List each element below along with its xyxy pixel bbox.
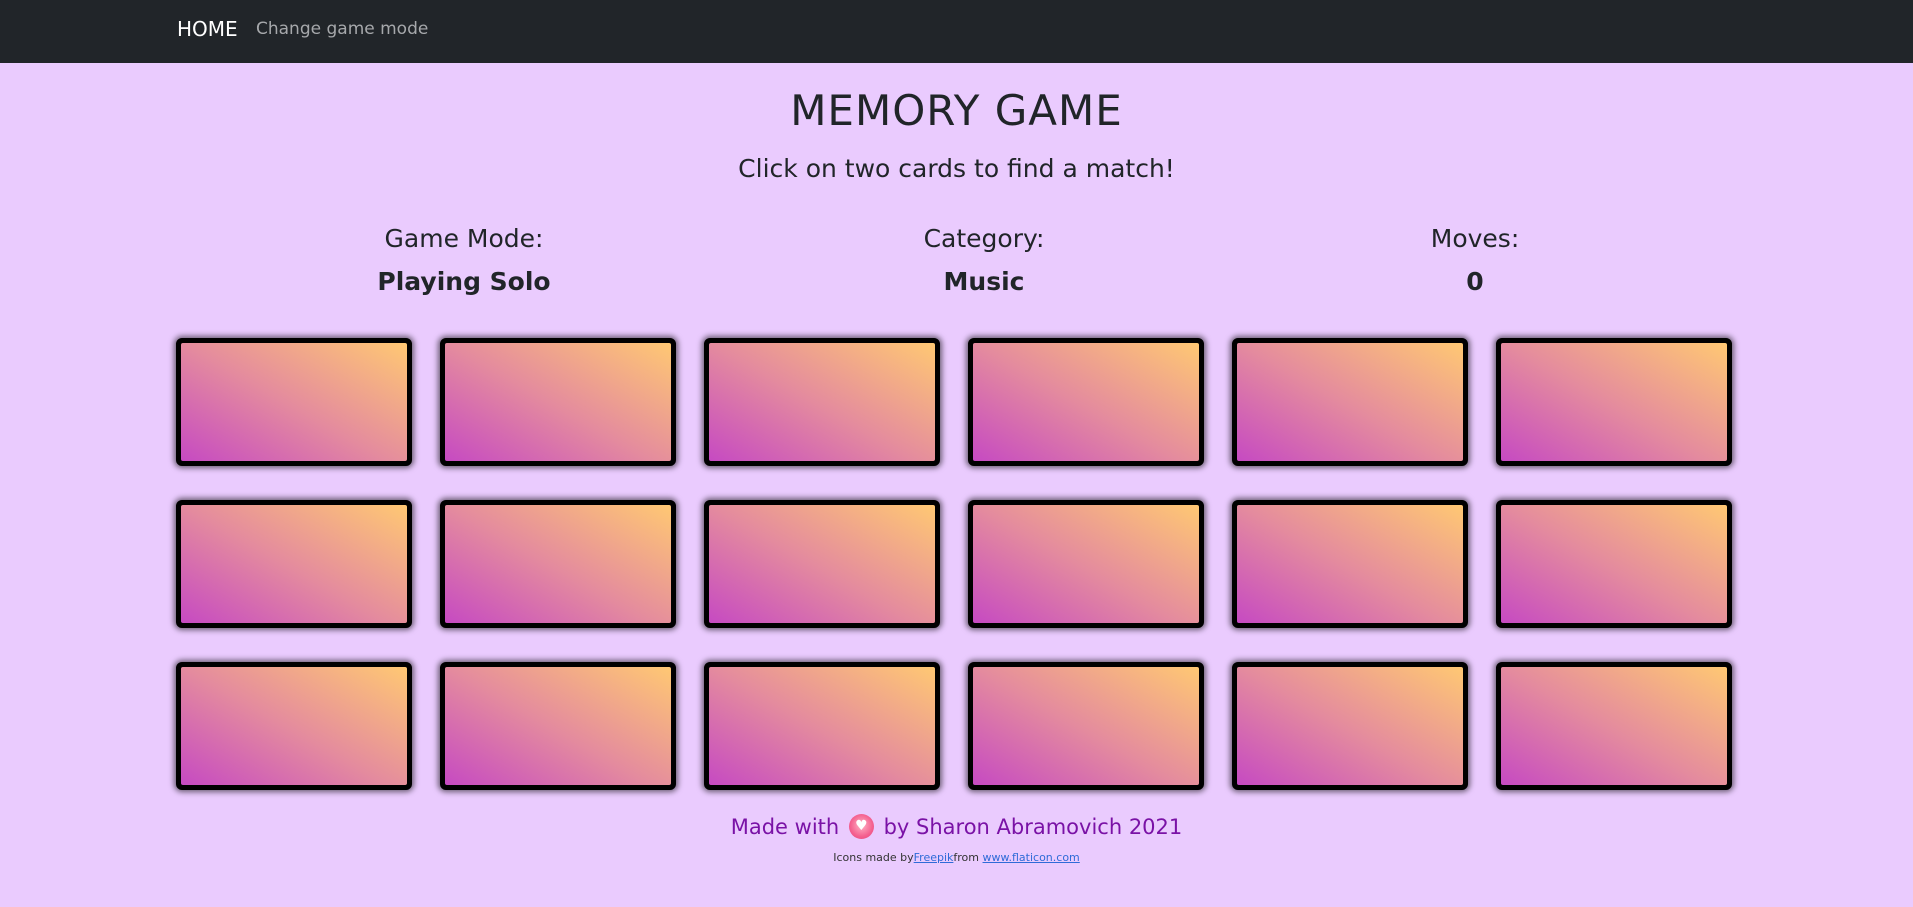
memory-card[interactable] [1496, 662, 1732, 790]
footer-made-with: Made with [730, 815, 840, 839]
card-back-face [1237, 505, 1463, 623]
memory-card[interactable] [1232, 662, 1468, 790]
footer-credit: Made with ♥ by Sharon Abramovich 2021 [0, 813, 1913, 841]
memory-card[interactable] [440, 338, 676, 466]
memory-card[interactable] [704, 500, 940, 628]
card-grid [176, 338, 1737, 790]
game-mode-label: Game Mode: [384, 224, 544, 253]
card-back-face [445, 667, 671, 785]
memory-card[interactable] [176, 662, 412, 790]
icon-credits: Icons made byFreepikfrom www.flaticon.co… [0, 851, 1913, 864]
memory-card[interactable] [176, 500, 412, 628]
card-back-face [973, 343, 1199, 461]
card-back-face [1237, 343, 1463, 461]
moves-label: Moves: [1430, 224, 1520, 253]
card-back-face [973, 667, 1199, 785]
memory-card[interactable] [1232, 500, 1468, 628]
game-mode-value: Playing Solo [377, 267, 551, 296]
stat-moves: Moves: 0 [1275, 222, 1675, 299]
memory-card[interactable] [1496, 338, 1732, 466]
memory-card[interactable] [704, 338, 940, 466]
navbar: HOME Change game mode [0, 0, 1913, 63]
credits-icons-made-by: Icons made by [833, 851, 914, 864]
memory-card[interactable] [440, 662, 676, 790]
card-back-face [181, 505, 407, 623]
card-back-face [709, 667, 935, 785]
card-back-face [445, 343, 671, 461]
page-title: MEMORY GAME [790, 86, 1123, 135]
card-back-face [973, 505, 1199, 623]
credits-from: from [953, 851, 980, 864]
memory-card[interactable] [968, 338, 1204, 466]
flaticon-link[interactable]: www.flaticon.com [983, 851, 1080, 864]
freepik-link[interactable]: Freepik [914, 851, 954, 864]
memory-card[interactable] [704, 662, 940, 790]
card-back-face [181, 667, 407, 785]
nav-change-game-mode-link[interactable]: Change game mode [256, 19, 428, 39]
memory-card[interactable] [440, 500, 676, 628]
page-subtitle: Click on two cards to find a match! [738, 154, 1175, 183]
card-back-face [445, 505, 671, 623]
memory-card[interactable] [968, 500, 1204, 628]
category-label: Category: [923, 224, 1045, 253]
memory-card[interactable] [968, 662, 1204, 790]
card-back-face [1501, 343, 1727, 461]
stat-game-mode: Game Mode: Playing Solo [264, 222, 664, 299]
card-back-face [1501, 505, 1727, 623]
footer-author: by Sharon Abramovich 2021 [883, 815, 1183, 839]
card-back-face [1237, 667, 1463, 785]
moves-value: 0 [1466, 267, 1484, 296]
card-back-face [181, 343, 407, 461]
category-value: Music [943, 267, 1025, 296]
card-back-face [1501, 667, 1727, 785]
nav-home-link[interactable]: HOME [177, 17, 238, 41]
memory-card[interactable] [1232, 338, 1468, 466]
memory-card[interactable] [1496, 500, 1732, 628]
card-back-face [709, 343, 935, 461]
card-back-face [709, 505, 935, 623]
stat-category: Category: Music [784, 222, 1184, 299]
memory-card[interactable] [176, 338, 412, 466]
heart-icon: ♥ [848, 813, 874, 839]
